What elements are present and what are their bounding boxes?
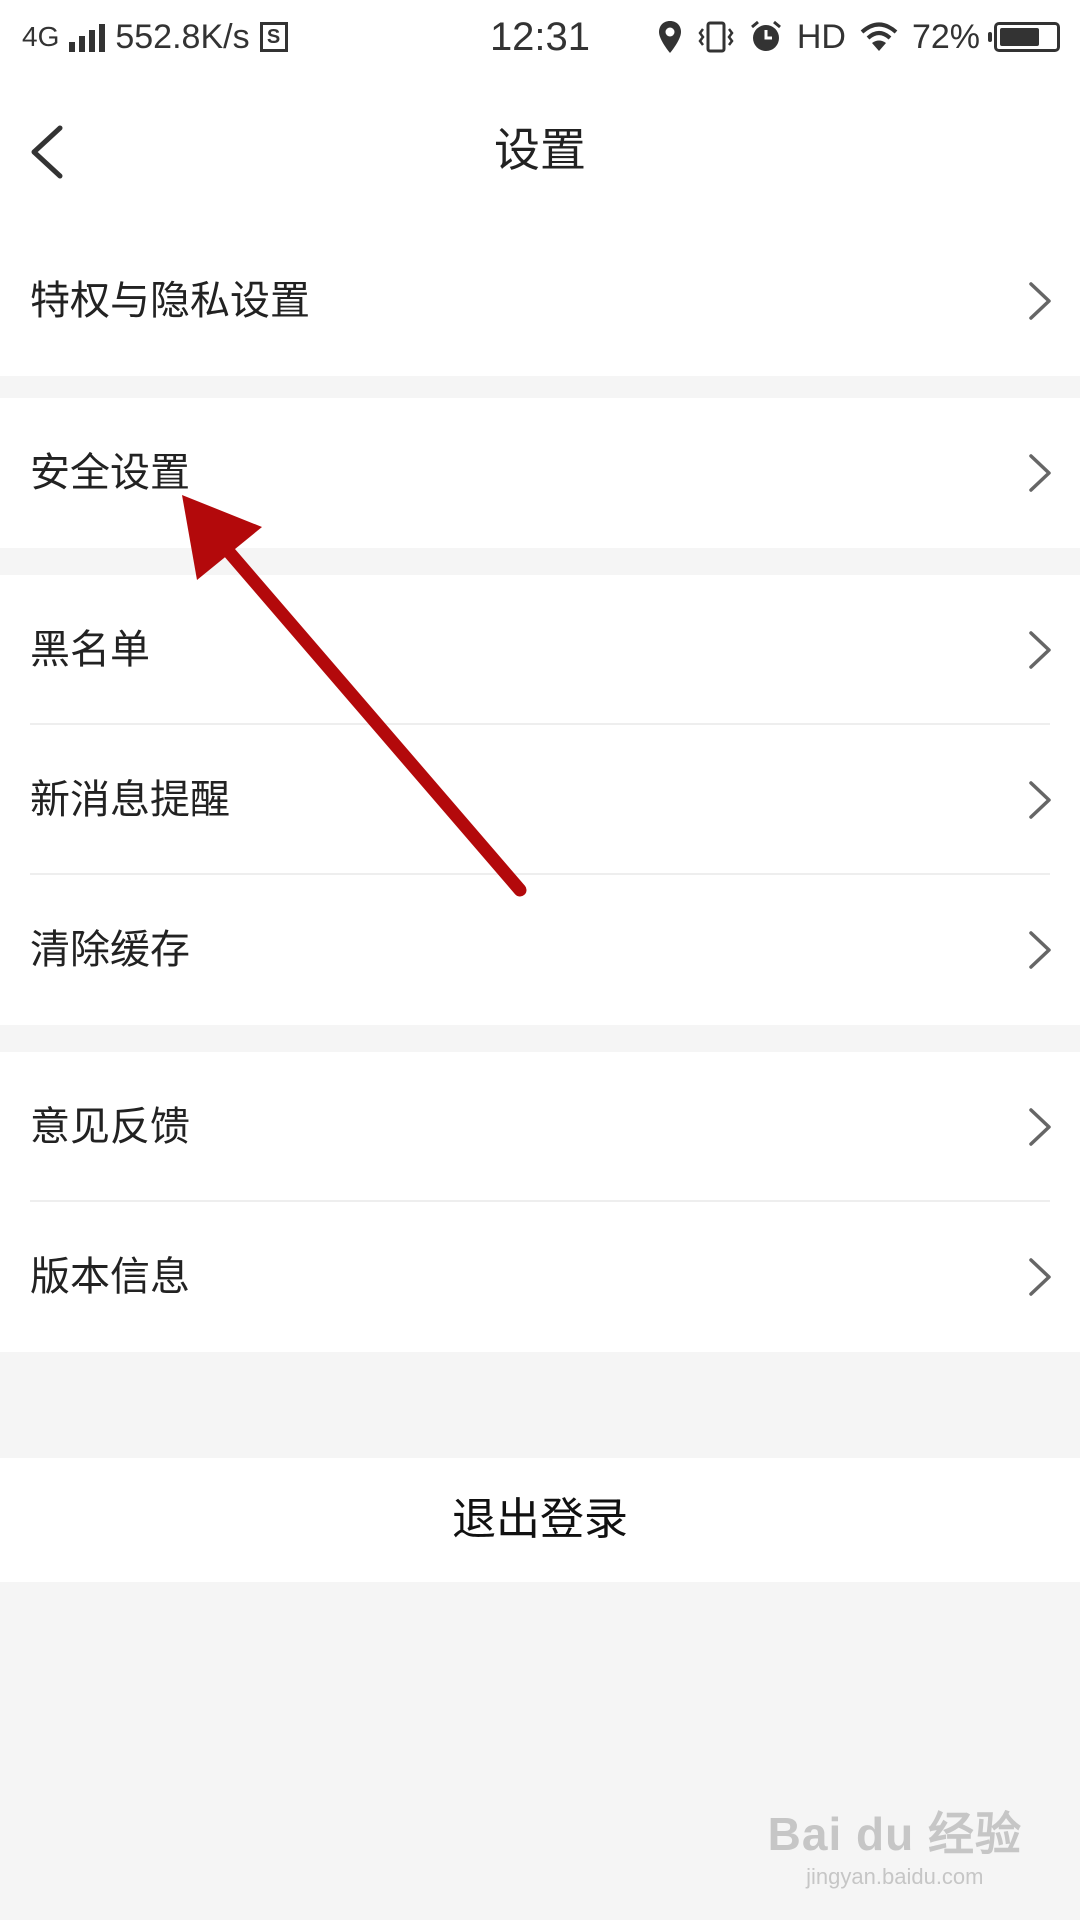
page-title: 设置 [494,123,586,177]
chevron-right-icon [1029,631,1051,669]
logout-label: 退出登录 [452,1494,628,1545]
status-bar: 4G 552.8K/s S 12:31 HD 72% [0,0,1080,76]
settings-item-version-info[interactable]: 版本信息 [0,1202,1080,1352]
settings-group-4: 意见反馈 版本信息 [0,1052,1080,1352]
chevron-right-icon [1029,454,1051,492]
settings-item-privilege-privacy[interactable]: 特权与隐私设置 [0,226,1080,376]
wifi-icon [860,22,898,51]
chevron-right-icon [1029,1108,1051,1146]
battery-icon [988,22,1060,52]
settings-item-blacklist[interactable]: 黑名单 [0,575,1080,725]
battery-fill [1000,28,1039,46]
logout-button[interactable]: 退出登录 [0,1458,1080,1582]
watermark-main: Bai du 经验 [767,1808,1022,1860]
status-right: HD 72% [657,14,1060,60]
settings-group-2: 安全设置 [0,398,1080,548]
chevron-right-icon [1029,282,1051,320]
battery-percent: 72% [911,17,980,56]
settings-item-feedback[interactable]: 意见反馈 [0,1052,1080,1202]
settings-item-new-message-alert[interactable]: 新消息提醒 [0,725,1080,875]
settings-item-label: 意见反馈 [30,1104,190,1150]
settings-item-label: 新消息提醒 [30,777,230,823]
settings-item-label: 安全设置 [30,450,190,496]
location-icon [658,21,681,53]
settings-group-1: 特权与隐私设置 [0,226,1080,376]
settings-item-label: 版本信息 [30,1254,190,1300]
nav-bar: 设置 [0,76,1080,226]
settings-item-label: 清除缓存 [30,927,190,973]
chevron-right-icon [1029,781,1051,819]
chevron-right-icon [1029,1258,1051,1296]
watermark-sub: jingyan.baidu.com [806,1864,984,1889]
watermark-logo: Bai du 经验 jingyan.baidu.com [768,1798,1022,1890]
settings-item-label: 特权与隐私设置 [30,278,310,324]
vibrate-icon [698,21,734,53]
settings-item-label: 黑名单 [30,627,150,673]
chevron-right-icon [1029,931,1051,969]
settings-item-clear-cache[interactable]: 清除缓存 [0,875,1080,1025]
settings-item-security[interactable]: 安全设置 [0,398,1080,548]
settings-group-3: 黑名单 新消息提醒 清除缓存 [0,575,1080,1025]
alarm-icon [750,20,781,51]
hd-indicator: HD [796,17,846,56]
